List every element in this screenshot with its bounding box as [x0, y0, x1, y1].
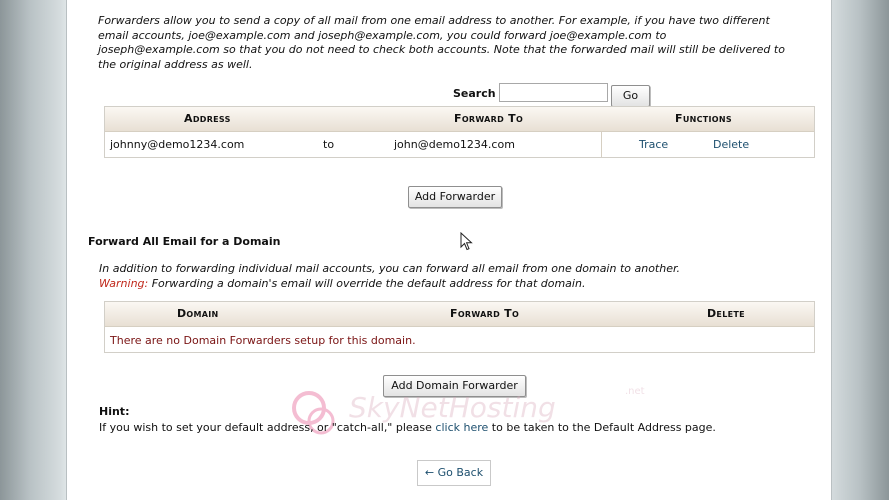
- mouse-cursor-icon: [460, 232, 473, 251]
- forwarders-table: Address Forward To Functions johnny@demo…: [104, 106, 815, 158]
- intro-line: Forwarders allow you to send a copy of a…: [98, 14, 770, 27]
- row-address: johnny@demo1234.com: [110, 138, 245, 151]
- column-header-delete: Delete: [707, 307, 745, 320]
- intro-paragraph: Forwarders allow you to send a copy of a…: [98, 14, 818, 72]
- search-input[interactable]: [499, 83, 608, 102]
- trace-link[interactable]: Trace: [639, 138, 668, 151]
- intro-line: email accounts, joe@example.com and jose…: [98, 28, 667, 42]
- default-address-link[interactable]: click here: [435, 421, 488, 434]
- row-forward-to: john@demo1234.com: [394, 138, 515, 151]
- domain-section-description: In addition to forwarding individual mai…: [99, 262, 680, 291]
- table-header: Address Forward To Functions: [105, 107, 814, 132]
- add-forwarder-button[interactable]: Add Forwarder: [408, 186, 502, 208]
- intro-line: joseph@example.com so that you do not ne…: [98, 43, 785, 56]
- warning-line: Warning: Forwarding a domain's email wil…: [99, 277, 680, 292]
- row-to: to: [323, 138, 335, 151]
- hint-text-after: to be taken to the Default Address page.: [488, 421, 716, 434]
- table-header: Domain Forward To Delete: [105, 302, 814, 327]
- hint-text: If you wish to set your default address,…: [99, 421, 716, 434]
- content-panel: Forwarders allow you to send a copy of a…: [66, 0, 832, 500]
- watermark-tld: .net: [625, 386, 645, 397]
- domain-section-heading: Forward All Email for a Domain: [88, 235, 281, 248]
- delete-link[interactable]: Delete: [713, 138, 749, 151]
- domain-forwarders-table: Domain Forward To Delete There are no Do…: [104, 301, 815, 353]
- column-header-forward-to: Forward To: [454, 112, 524, 125]
- warning-text: Forwarding a domain's email will overrid…: [148, 276, 586, 290]
- column-header-domain: Domain: [177, 307, 219, 320]
- column-header-functions: Functions: [675, 112, 732, 125]
- hint-text-before: If you wish to set your default address,…: [99, 421, 436, 434]
- hint-title: Hint:: [99, 405, 130, 418]
- column-divider: [601, 132, 602, 157]
- domain-description-text: In addition to forwarding individual mai…: [99, 262, 680, 275]
- go-back-button[interactable]: ← Go Back: [417, 460, 491, 486]
- column-header-address: Address: [184, 112, 231, 125]
- empty-domain-message: There are no Domain Forwarders setup for…: [110, 334, 416, 347]
- intro-line: the original address as well.: [98, 57, 253, 71]
- right-background-band: [831, 0, 889, 500]
- go-button[interactable]: Go: [611, 85, 650, 107]
- table-row: johnny@demo1234.com to john@demo1234.com…: [105, 132, 814, 157]
- watermark-brand: SkyNetHosting: [349, 391, 556, 424]
- column-header-forward-to: Forward To: [450, 307, 520, 320]
- skynethosting-watermark: SkyNetHosting .net: [289, 383, 645, 446]
- warning-label: Warning:: [99, 276, 149, 290]
- search-label: Search: [453, 87, 496, 100]
